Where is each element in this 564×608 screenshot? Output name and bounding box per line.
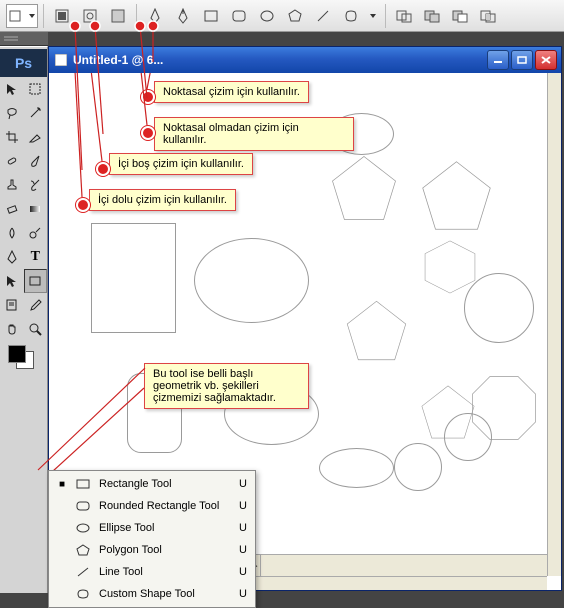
history-brush-tool[interactable] [24,173,48,197]
polygon-icon [75,544,91,556]
drawn-circle [444,413,492,461]
rectangle-icon [75,478,91,490]
flyout-label: Polygon Tool [99,544,225,556]
checkmark-icon: ■ [57,479,67,490]
vertical-scrollbar[interactable] [547,73,561,576]
tool-palette: Ps T [0,46,48,593]
shape-tool[interactable] [24,269,48,293]
flyout-shortcut: U [233,478,247,490]
flyout-shortcut: U [233,544,247,556]
separator [136,4,137,28]
polygon-shape-icon[interactable] [282,4,308,28]
ps-logo[interactable]: Ps [0,49,47,77]
options-bar [0,0,564,32]
pen-icon[interactable] [142,4,168,28]
stamp-tool[interactable] [0,173,24,197]
pen-tool[interactable] [0,245,24,269]
dodge-tool[interactable] [24,221,48,245]
crop-tool[interactable] [0,125,24,149]
flyout-label: Rounded Rectangle Tool [99,500,225,512]
blur-tool[interactable] [0,221,24,245]
annotation-callout: Noktasal çizim için kullanılır. [154,81,309,103]
flyout-item-polygon[interactable]: Polygon Tool U [49,539,255,561]
separator [43,4,44,28]
drawn-pentagon [419,158,494,233]
marquee-tool[interactable] [24,77,48,101]
eyedropper-tool[interactable] [24,293,48,317]
foreground-color-swatch[interactable] [8,345,26,363]
flyout-shortcut: U [233,588,247,600]
path-select-tool[interactable] [0,269,24,293]
shape-layers-icon[interactable] [49,4,75,28]
flyout-shortcut: U [233,566,247,578]
drawn-circle [464,273,534,343]
freeform-pen-icon[interactable] [170,4,196,28]
combine-intersect-icon[interactable] [475,4,501,28]
annotation-callout: İçi boş çizim için kullanılır. [109,153,253,175]
drawn-pentagon [329,153,399,223]
flyout-item-ellipse[interactable]: Ellipse Tool U [49,517,255,539]
annotation-callout: İçi dolu çizim için kullanılır. [89,189,236,211]
annotation-callout: Bu tool ise belli başlı geometrik vb. şe… [144,363,309,409]
annotation-callout: Noktasal olmadan çizim için kullanılır. [154,117,354,151]
healing-tool[interactable] [0,149,24,173]
ellipse-icon [75,522,91,534]
move-tool[interactable] [0,77,24,101]
combine-subtract-icon[interactable] [447,4,473,28]
fill-pixels-icon[interactable] [105,4,131,28]
flyout-label: Line Tool [99,566,225,578]
flyout-label: Custom Shape Tool [99,588,225,600]
combine-new-icon[interactable] [391,4,417,28]
ellipse-shape-icon[interactable] [254,4,280,28]
rectangle-shape-icon[interactable] [198,4,224,28]
window-title: Untitled-1 @ 6... [73,53,487,67]
drawn-rectangle [91,223,176,333]
hand-tool[interactable] [0,317,24,341]
lasso-tool[interactable] [0,101,24,125]
separator [385,4,386,28]
notes-tool[interactable] [0,293,24,317]
flyout-item-rounded-rect[interactable]: Rounded Rectangle Tool U [49,495,255,517]
flyout-shortcut: U [233,522,247,534]
palette-header[interactable] [0,32,48,46]
flyout-item-custom-shape[interactable]: Custom Shape Tool U [49,583,255,605]
doc-icon [53,52,69,68]
combine-add-icon[interactable] [419,4,445,28]
drawn-circle [394,443,442,491]
type-tool[interactable]: T [24,245,48,269]
flyout-label: Rectangle Tool [99,478,225,490]
custom-shape-icon [75,588,91,600]
minimize-button[interactable] [487,50,509,70]
drawn-ellipse [319,448,394,488]
rounded-rect-icon[interactable] [226,4,252,28]
titlebar[interactable]: Untitled-1 @ 6... [49,47,561,73]
grip-icon [4,34,18,44]
flyout-item-rectangle[interactable]: ■ Rectangle Tool U [49,473,255,495]
drawn-ellipse [194,238,309,323]
maximize-button[interactable] [511,50,533,70]
shape-tool-flyout: ■ Rectangle Tool U Rounded Rectangle Too… [48,470,256,608]
flyout-item-line[interactable]: Line Tool U [49,561,255,583]
brush-tool[interactable] [24,149,48,173]
flyout-shortcut: U [233,500,247,512]
shape-preset-dropdown[interactable] [6,4,38,28]
line-shape-icon[interactable] [310,4,336,28]
shape-options-dropdown-icon[interactable] [366,4,380,28]
rounded-rect-icon [75,500,91,512]
line-icon [75,566,91,578]
zoom-tool[interactable] [24,317,48,341]
color-swatches[interactable] [0,341,47,371]
close-button[interactable] [535,50,557,70]
paths-icon[interactable] [77,4,103,28]
wand-tool[interactable] [24,101,48,125]
eraser-tool[interactable] [0,197,24,221]
gradient-tool[interactable] [24,197,48,221]
custom-shape-icon[interactable] [338,4,364,28]
drawn-pentagon [344,298,409,363]
slice-tool[interactable] [24,125,48,149]
flyout-label: Ellipse Tool [99,522,225,534]
